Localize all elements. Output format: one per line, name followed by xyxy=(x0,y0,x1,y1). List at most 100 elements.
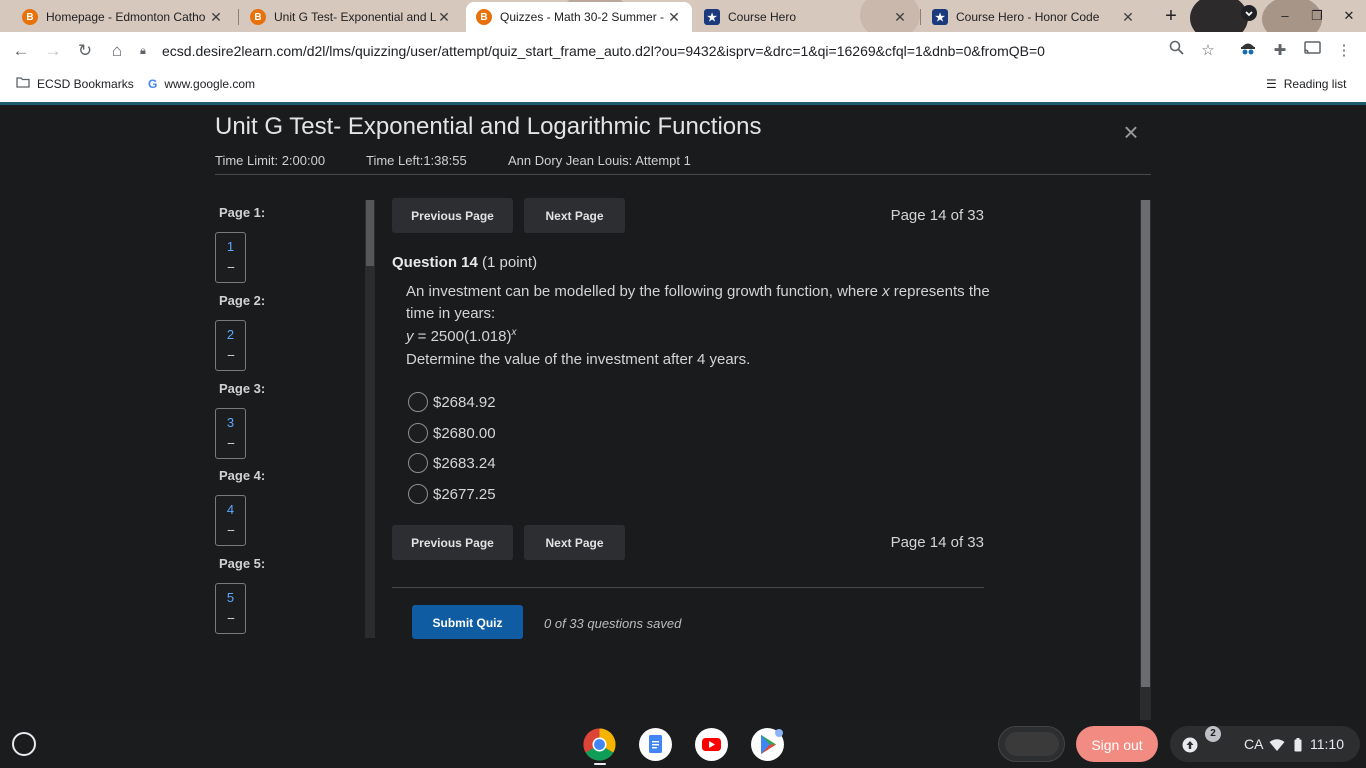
browser-tab-quizzes[interactable]: B Quizzes - Math 30-2 Summer - ✕ xyxy=(466,2,692,32)
page-label: Page 2: xyxy=(219,293,266,308)
tab-label: Quizzes - Math 30-2 Summer - xyxy=(500,10,665,24)
tab-label: Course Hero xyxy=(728,10,797,24)
submit-quiz-button[interactable]: Submit Quiz xyxy=(412,605,523,639)
browser-tab-unit-g-test[interactable]: B Unit G Test- Exponential and L ✕ xyxy=(240,2,462,32)
browser-tab-honor-code[interactable]: ★ Course Hero - Honor Code ✕ xyxy=(922,2,1146,32)
scrollbar-thumb[interactable] xyxy=(366,200,374,266)
answer-option[interactable]: $2680.00 xyxy=(408,423,496,443)
brightspace-icon: B xyxy=(250,9,266,25)
header-divider xyxy=(215,174,1151,175)
tab-label: Unit G Test- Exponential and L xyxy=(274,10,436,24)
question-equation: y = 2500(1.018)x xyxy=(406,327,517,345)
locale-indicator: CA xyxy=(1244,736,1264,752)
sign-out-button[interactable]: Sign out xyxy=(1076,726,1158,762)
launcher-icon[interactable] xyxy=(12,732,36,756)
previous-page-button[interactable]: Previous Page xyxy=(392,198,513,233)
page-number: 5 xyxy=(226,590,235,605)
play-store-app-icon[interactable] xyxy=(751,728,784,761)
reading-list-label: Reading list xyxy=(1283,77,1347,91)
footer-divider xyxy=(392,587,984,588)
question-number: Question 14 xyxy=(392,254,478,271)
window-close-icon[interactable]: ✕ xyxy=(1338,5,1360,27)
page-status: -- xyxy=(227,610,235,625)
page-indicator: Page 14 of 33 xyxy=(890,534,984,551)
answer-option[interactable]: $2684.92 xyxy=(408,392,496,412)
page-link-5[interactable]: 5 -- xyxy=(215,583,246,634)
time-left: Time Left:1:38:55 xyxy=(366,153,467,168)
chrome-app-icon[interactable] xyxy=(583,728,616,761)
holding-space-preview xyxy=(1005,732,1059,756)
option-label: $2684.92 xyxy=(433,393,496,411)
page-indicator: Page 14 of 33 xyxy=(890,207,984,224)
question-points: (1 point) xyxy=(482,254,538,271)
menu-kebab-icon[interactable]: ⋮ xyxy=(1332,39,1356,63)
equation-y: y xyxy=(406,328,414,345)
page-label: Page 5: xyxy=(219,556,266,571)
back-icon[interactable]: ← xyxy=(8,38,34,64)
page-status: -- xyxy=(227,522,235,537)
brightspace-icon: B xyxy=(476,9,492,25)
answer-option[interactable]: $2677.25 xyxy=(408,484,496,504)
browser-tab-course-hero[interactable]: ★ Course Hero ✕ xyxy=(694,2,918,32)
answer-option[interactable]: $2683.24 xyxy=(408,453,496,473)
reading-list-button[interactable]: ☰ Reading list xyxy=(1266,77,1346,91)
close-icon[interactable]: ✕ xyxy=(1120,9,1136,26)
radio-button[interactable] xyxy=(408,453,428,473)
next-page-button[interactable]: Next Page xyxy=(524,525,625,560)
notification-count: 2 xyxy=(1205,726,1221,742)
restore-icon[interactable]: ❐ xyxy=(1306,5,1328,27)
google-icon: G xyxy=(148,77,158,91)
close-icon[interactable]: ✕ xyxy=(436,9,452,26)
page-link-2[interactable]: 2 -- xyxy=(215,320,246,371)
zoom-icon[interactable] xyxy=(1164,39,1188,63)
folder-icon xyxy=(16,77,30,91)
clock: 11:10 xyxy=(1310,736,1344,752)
minimize-icon[interactable]: – xyxy=(1274,5,1296,27)
radio-button[interactable] xyxy=(408,423,428,443)
next-page-button[interactable]: Next Page xyxy=(524,198,625,233)
page-link-1[interactable]: 1 -- xyxy=(215,232,246,283)
browser-tab-homepage[interactable]: B Homepage - Edmonton Catho ✕ xyxy=(12,2,234,32)
bookmark-google[interactable]: G www.google.com xyxy=(148,77,255,91)
page-label: Page 4: xyxy=(219,468,266,483)
extensions-puzzle-icon[interactable]: ✚ xyxy=(1268,39,1292,63)
previous-page-button[interactable]: Previous Page xyxy=(392,525,513,560)
cast-icon[interactable] xyxy=(1300,39,1324,63)
forward-icon[interactable]: → xyxy=(40,38,66,64)
equation-body: = 2500(1.018) xyxy=(413,328,512,345)
question-text-part: An investment can be modelled by the fol… xyxy=(406,283,883,300)
home-icon[interactable]: ⌂ xyxy=(104,38,130,64)
radio-button[interactable] xyxy=(408,484,428,504)
page-link-4[interactable]: 4 -- xyxy=(215,495,246,546)
sidebar-scrollbar[interactable] xyxy=(365,200,375,638)
scrollbar-thumb[interactable] xyxy=(1141,200,1150,687)
tab-search-icon[interactable] xyxy=(1238,5,1260,27)
bookmark-star-icon[interactable]: ☆ xyxy=(1196,39,1220,63)
close-icon[interactable]: ✕ xyxy=(666,9,682,26)
close-icon[interactable]: × xyxy=(1118,119,1144,145)
bookmark-ecsd[interactable]: ECSD Bookmarks xyxy=(16,77,134,91)
address-bar[interactable]: 🔒︎ ecsd.desire2learn.com/d2l/lms/quizzin… xyxy=(140,36,1200,66)
option-label: $2677.25 xyxy=(433,485,496,503)
close-icon[interactable]: ✕ xyxy=(892,9,908,26)
quiz-page: Unit G Test- Exponential and Logarithmic… xyxy=(0,105,1366,720)
page-number: 1 xyxy=(226,239,235,254)
holding-space-tray[interactable] xyxy=(998,726,1065,762)
coursehero-icon: ★ xyxy=(932,9,948,25)
equation-exponent: x xyxy=(511,327,517,338)
option-label: $2683.24 xyxy=(433,454,496,472)
new-tab-icon[interactable]: + xyxy=(1160,5,1182,27)
status-tray[interactable]: 2 CA 11:10 xyxy=(1170,726,1360,762)
page-link-3[interactable]: 3 -- xyxy=(215,408,246,459)
url-text: ecsd.desire2learn.com/d2l/lms/quizzing/u… xyxy=(162,43,1045,59)
main-scrollbar[interactable] xyxy=(1140,200,1151,720)
docs-app-icon[interactable] xyxy=(639,728,672,761)
youtube-app-icon[interactable] xyxy=(695,728,728,761)
page-number: 4 xyxy=(226,502,235,517)
question-header: Question 14 (1 point) xyxy=(392,254,537,271)
close-icon[interactable]: ✕ xyxy=(208,9,224,26)
extension-spy-icon[interactable] xyxy=(1236,39,1260,63)
os-shelf: Sign out 2 CA 11:10 xyxy=(0,720,1366,768)
radio-button[interactable] xyxy=(408,392,428,412)
reload-icon[interactable]: ↻ xyxy=(72,38,98,64)
